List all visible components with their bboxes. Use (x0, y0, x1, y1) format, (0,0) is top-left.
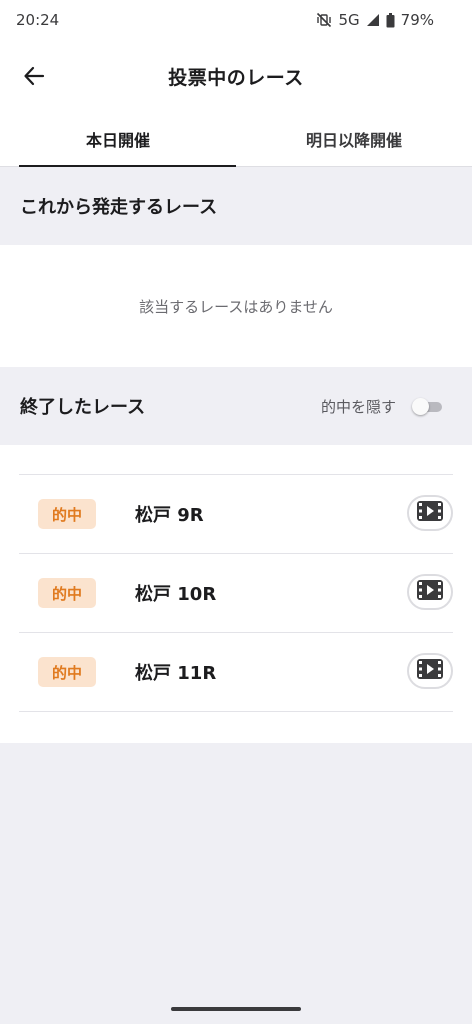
race-name: 松戸 10R (135, 584, 217, 605)
status-icons: 5G 79% (316, 11, 434, 29)
race-row-10r[interactable]: 的中 松戸 10R (19, 554, 453, 633)
hide-hits-control: 的中を隠す (321, 396, 442, 417)
signal-icon (366, 13, 380, 27)
arrow-left-icon (23, 65, 45, 91)
finished-section-title: 終了したレース (20, 397, 146, 418)
hit-badge: 的中 (38, 499, 96, 529)
finished-section-header: 終了したレース 的中を隠す (0, 367, 472, 445)
upcoming-empty-panel: 該当するレースはありません (0, 245, 472, 367)
top-area: 20:24 5G 79% 投票中のレース 本日開催 明日以降開催 (0, 0, 472, 167)
status-time: 20:24 (16, 11, 60, 29)
tab-today-label: 本日開催 (85, 131, 150, 150)
vibrate-off-icon (316, 12, 332, 28)
upcoming-section-header: これから発走するレース (0, 167, 472, 245)
status-bar: 20:24 5G 79% (0, 0, 472, 40)
network-type: 5G (338, 11, 360, 29)
race-row-11r[interactable]: 的中 松戸 11R (19, 633, 453, 712)
tab-bar: 本日開催 明日以降開催 (0, 112, 472, 167)
video-play-icon (417, 501, 443, 525)
battery-icon (386, 12, 395, 28)
home-indicator[interactable] (171, 1007, 301, 1011)
hit-badge: 的中 (38, 657, 96, 687)
app-header: 投票中のレース (0, 40, 472, 112)
tab-today[interactable]: 本日開催 (0, 112, 236, 167)
toggle-thumb (412, 398, 429, 415)
battery-level: 79% (400, 11, 434, 29)
video-play-icon (417, 580, 443, 604)
race-row-9r[interactable]: 的中 松戸 9R (19, 475, 453, 554)
tab-upcoming-days[interactable]: 明日以降開催 (236, 112, 472, 166)
video-button[interactable] (407, 574, 453, 610)
race-name: 松戸 9R (135, 505, 204, 526)
back-button[interactable] (14, 58, 54, 98)
hide-hits-toggle[interactable] (412, 398, 442, 415)
empty-message: 該当するレースはありません (139, 297, 333, 316)
hide-hits-label: 的中を隠す (320, 397, 396, 416)
race-name: 松戸 11R (135, 663, 217, 684)
finished-race-panel: 的中 松戸 9R 的中 松戸 10R 的中 松戸 11R (0, 445, 472, 743)
video-button[interactable] (407, 495, 453, 531)
tab-upcoming-days-label: 明日以降開催 (305, 131, 402, 150)
race-list: 的中 松戸 9R 的中 松戸 10R 的中 松戸 11R (19, 474, 453, 712)
video-play-icon (417, 659, 443, 683)
upcoming-section-title: これから発走するレース (20, 197, 218, 218)
page-title: 投票中のレース (168, 66, 304, 89)
hit-badge: 的中 (38, 578, 96, 608)
video-button[interactable] (407, 653, 453, 689)
